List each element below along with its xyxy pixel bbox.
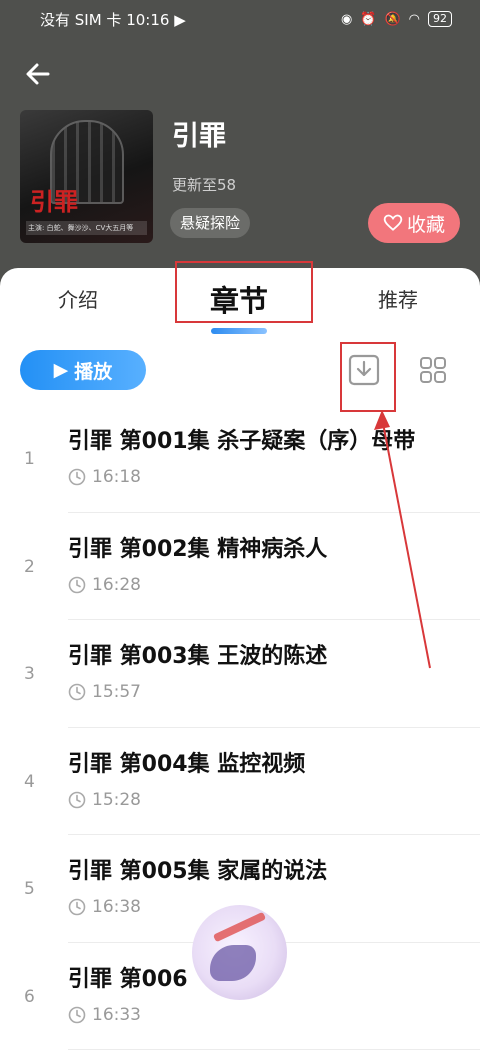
floating-sticker[interactable] — [192, 905, 287, 1000]
chapter-duration: 16:28 — [68, 575, 141, 595]
chapter-title: 引罪 第005集 家属的说法 — [68, 853, 327, 885]
status-bar: 没有 SIM 卡 10:16 ▶ ◉ ⏰ 🔕 ◠ 92 — [40, 8, 452, 30]
cover-subtitle: 主演: 白蛇、舞沙沙、CV大五月等 — [26, 221, 147, 235]
cover-title: 引罪 — [30, 182, 78, 217]
duration-value: 16:33 — [92, 1005, 141, 1025]
clock-icon — [68, 683, 86, 701]
chapter-title: 引罪 第002集 精神病杀人 — [68, 531, 327, 563]
carrier-label: 没有 SIM 卡 — [40, 11, 121, 29]
update-status: 更新至58 — [172, 174, 236, 195]
chapter-title: 引罪 第001集 杀子疑案（序）母带 — [68, 423, 415, 455]
mute-icon: 🔕 — [384, 12, 400, 27]
chapter-number: 4 — [24, 772, 35, 792]
wifi-icon: ◠ — [409, 12, 420, 27]
duration-value: 16:18 — [92, 467, 141, 487]
chapter-duration: 16:33 — [68, 1005, 141, 1025]
duration-value: 16:28 — [92, 575, 141, 595]
favorite-label: 收藏 — [407, 210, 445, 237]
chapter-row[interactable]: 1 引罪 第001集 杀子疑案（序）母带 16:18 — [0, 405, 480, 513]
status-right: ◉ ⏰ 🔕 ◠ 92 — [341, 11, 452, 27]
book-cover[interactable]: 引罪 主演: 白蛇、舞沙沙、CV大五月等 — [20, 110, 153, 243]
clock: 10:16 — [126, 11, 169, 29]
genre-tag[interactable]: 悬疑探险 — [170, 208, 250, 238]
chapter-title: 引罪 第004集 监控视频 — [68, 746, 305, 778]
clock-icon — [68, 898, 86, 916]
highlight-box-download — [340, 342, 396, 412]
chapter-number: 1 — [24, 449, 35, 469]
clock-icon — [68, 791, 86, 809]
play-label: 播放 — [74, 357, 112, 384]
chapter-number: 3 — [24, 664, 35, 684]
clock-icon — [68, 468, 86, 486]
clock-icon — [68, 1006, 86, 1024]
chapter-duration: 15:28 — [68, 790, 141, 810]
highlight-box-tab — [175, 261, 313, 323]
duration-value: 15:28 — [92, 790, 141, 810]
clock-icon — [68, 576, 86, 594]
chapter-title: 引罪 第003集 王波的陈述 — [68, 638, 327, 670]
book-title: 引罪 — [172, 114, 226, 153]
chapter-row[interactable]: 3 引罪 第003集 王波的陈述 15:57 — [0, 620, 480, 728]
chapter-row[interactable]: 4 引罪 第004集 监控视频 15:28 — [0, 728, 480, 836]
status-left: 没有 SIM 卡 10:16 ▶ — [40, 9, 186, 30]
chapter-title: 引罪 第006 — [68, 961, 188, 993]
favorite-button[interactable]: 收藏 — [368, 203, 460, 243]
heart-icon — [383, 213, 403, 233]
tab-intro[interactable]: 介绍 — [58, 284, 98, 313]
duration-value: 15:57 — [92, 682, 141, 702]
active-tab-indicator — [211, 328, 267, 334]
chapter-row[interactable]: 2 引罪 第002集 精神病杀人 16:28 — [0, 513, 480, 621]
media-icon: ▶ — [174, 11, 186, 29]
chapter-duration: 16:38 — [68, 897, 141, 917]
play-icon: ▶ — [54, 359, 69, 381]
chapter-number: 5 — [24, 879, 35, 899]
back-arrow-icon[interactable] — [22, 58, 54, 90]
chapter-duration: 16:18 — [68, 467, 141, 487]
play-button[interactable]: ▶ 播放 — [20, 350, 146, 390]
eye-icon: ◉ — [341, 12, 352, 27]
battery-icon: 92 — [428, 11, 452, 27]
tab-recommend[interactable]: 推荐 — [378, 284, 418, 313]
chapter-number: 6 — [24, 987, 35, 1007]
duration-value: 16:38 — [92, 897, 141, 917]
chapter-duration: 15:57 — [68, 682, 141, 702]
grid-view-icon[interactable] — [417, 354, 449, 386]
chapter-number: 2 — [24, 557, 35, 577]
alarm-icon: ⏰ — [360, 12, 376, 27]
